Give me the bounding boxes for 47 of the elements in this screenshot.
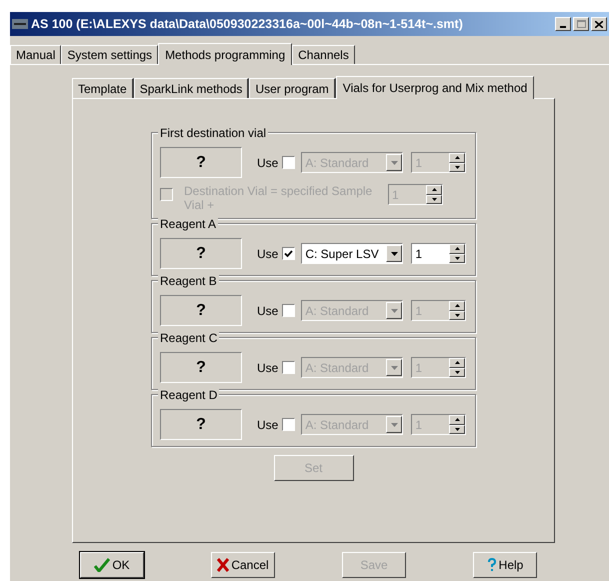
ok-button[interactable]: OK — [80, 552, 144, 578]
use-label: Use — [257, 360, 278, 376]
checkbox[interactable] — [282, 247, 296, 260]
ok-check-icon — [94, 558, 110, 572]
checkbox[interactable] — [282, 361, 296, 374]
vial-display: ? — [160, 238, 242, 269]
vial-display: ? — [160, 147, 242, 178]
vial-display: ? — [160, 295, 242, 326]
checkbox[interactable] — [282, 156, 296, 169]
checkbox[interactable] — [282, 304, 296, 317]
tab[interactable]: Methods programming — [158, 43, 292, 65]
spin-field[interactable]: 1 — [411, 243, 466, 264]
spin-arrows-icon — [449, 244, 466, 263]
spin-arrows-icon — [426, 185, 442, 204]
close-button[interactable] — [591, 17, 607, 31]
vial-display: ? — [160, 409, 242, 440]
group-title: Reagent C — [158, 329, 220, 347]
use-label: Use — [257, 416, 278, 434]
checkbox[interactable] — [282, 418, 296, 431]
use-label: Use — [257, 154, 278, 172]
question-mark-icon — [486, 558, 497, 572]
cancel-button[interactable]: Cancel — [211, 552, 275, 578]
window-title: AS 100 (E:\ALEXYS data\Data\050930223316a~00l~44b~08n~1-514t~.smt) — [31, 16, 463, 33]
group-title: Reagent B — [158, 272, 219, 290]
maximize-icon — [576, 20, 586, 28]
minimize-icon — [560, 26, 566, 28]
rack-dropdown[interactable]: C: Super LSV — [301, 243, 404, 264]
maximize-button[interactable] — [573, 17, 589, 31]
spin-arrows-icon — [449, 301, 466, 320]
group-title: Reagent D — [158, 386, 220, 404]
tab[interactable]: Manual — [10, 45, 62, 64]
spin-arrows-icon — [449, 415, 466, 434]
app-icon — [12, 17, 28, 31]
spin-arrows-icon — [449, 153, 466, 172]
close-icon — [595, 20, 603, 28]
use-label: Use — [257, 302, 278, 320]
tab[interactable]: Vials for Userprog and Mix method — [336, 76, 534, 99]
tab[interactable]: Template — [72, 78, 134, 98]
use-label: Use — [257, 246, 278, 262]
cancel-x-icon — [217, 558, 230, 572]
group-title: Reagent A — [158, 215, 218, 233]
minimize-button[interactable] — [555, 17, 571, 31]
help-button[interactable]: Help — [473, 552, 537, 578]
vial-display: ? — [160, 352, 242, 383]
spin-arrows-icon — [449, 358, 466, 377]
tab[interactable]: Channels — [292, 45, 355, 64]
tab[interactable]: SparkLink methods — [134, 78, 250, 98]
